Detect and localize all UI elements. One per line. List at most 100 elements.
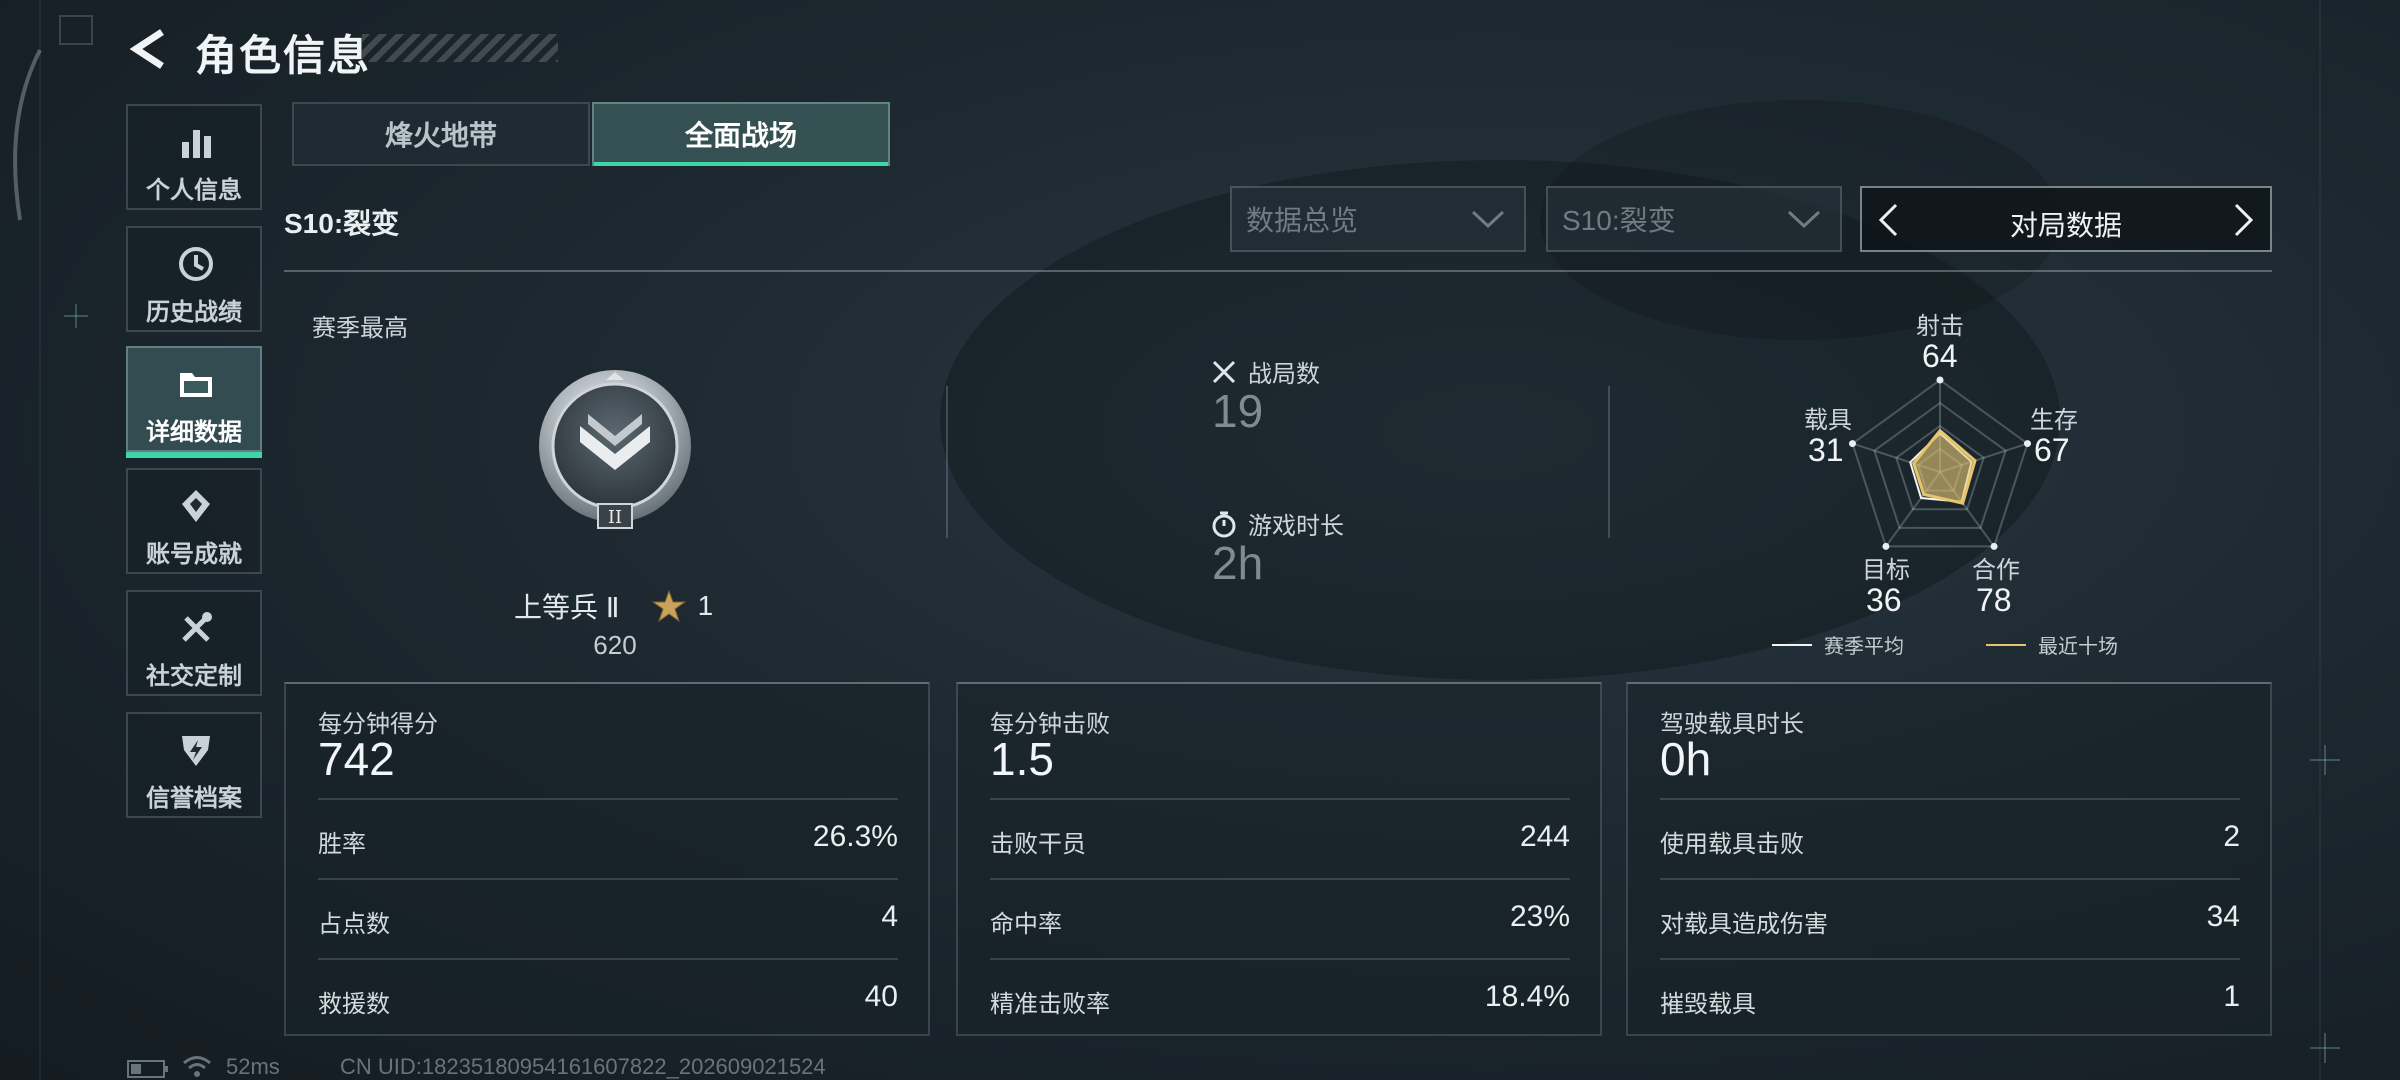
match-data-pager: 对局数据: [1860, 186, 2272, 252]
section-divider: [284, 270, 2272, 272]
credit-shield-icon: [182, 736, 210, 766]
rank-name: 上等兵 Ⅱ: [514, 592, 620, 623]
dropdown-value: S10:裂变: [1562, 205, 1676, 236]
legend-label: 最近十场: [2038, 636, 2118, 658]
rank-score: 620: [593, 630, 637, 660]
stat-value: 1: [2223, 980, 2240, 1013]
radar-recent-shape: [1912, 428, 1977, 506]
radar-value-survival: 67: [2034, 432, 2070, 468]
radar-axis-dot: [1936, 376, 1944, 384]
svg-text:II: II: [608, 507, 622, 528]
season-name: S10:裂变: [284, 208, 400, 239]
legend-label: 赛季平均: [1824, 636, 1904, 658]
panel-kills: 每分钟击败 1.5 击败干员 244 命中率 23% 精准击败率 18.4%: [956, 682, 1602, 1036]
panel-value: 742: [318, 733, 395, 785]
panel-vehicle: 驾驶载具时长 0h 使用载具击败 2 对载具造成伤害 34 摧毁载具 1: [1626, 682, 2272, 1036]
back-arrow-icon[interactable]: [126, 26, 172, 72]
radar-label-cooperation: 合作: [1972, 557, 2020, 584]
radar-axis-dot: [2023, 440, 2031, 448]
radar-value-shooting: 64: [1922, 338, 1958, 374]
sidebar-item-achievements[interactable]: 账号成就: [126, 468, 262, 574]
chevron-down-icon: [1471, 210, 1505, 229]
radar-label-vehicle: 载具: [1804, 407, 1852, 434]
stat-row: 使用载具击败 2: [1660, 798, 2240, 878]
sidebar-item-label: 账号成就: [146, 541, 242, 568]
stat-value: 34: [2206, 900, 2240, 933]
stat-row: 胜率 26.3%: [318, 798, 898, 878]
radar-label-objective: 目标: [1862, 557, 1910, 584]
stat-value: 4: [881, 900, 898, 933]
stat-value: 26.3%: [812, 820, 898, 853]
stat-value: 40: [864, 980, 898, 1013]
stat-label: 命中率: [990, 911, 1062, 938]
legend-line: [1772, 643, 1812, 646]
stat-label: 击败干员: [990, 831, 1086, 858]
radar-axis-dot: [1990, 542, 1998, 550]
sidebar-item-credit[interactable]: 信誉档案: [126, 712, 262, 818]
radar-axis-dot: [1849, 440, 1857, 448]
battery-icon: [127, 1060, 168, 1078]
folder-icon: [180, 373, 212, 397]
stat-label: 救援数: [318, 991, 390, 1018]
stat-row: 精准击败率 18.4%: [990, 958, 1570, 1038]
stat-row: 摧毁载具 1: [1660, 958, 2240, 1038]
tab-conflict-zone[interactable]: 烽火地带: [292, 102, 590, 166]
radar-value-vehicle: 31: [1808, 432, 1844, 468]
sidebar-item-detailed-data[interactable]: 详细数据: [126, 346, 262, 458]
stat-row: 击败干员 244: [990, 798, 1570, 878]
radar-label-shooting: 射击: [1916, 313, 1964, 340]
bar-chart-icon: [182, 130, 211, 158]
sidebar-item-label: 社交定制: [146, 663, 242, 690]
uid-text: CN UID:18235180954161607822_202609021524: [340, 1054, 826, 1079]
matches-value: 19: [1212, 385, 1264, 437]
legend-recent: 最近十场: [1986, 630, 2118, 659]
legend-line: [1986, 643, 2026, 646]
radar-label-survival: 生存: [2030, 407, 2078, 434]
stat-value: 244: [1519, 820, 1570, 853]
playtime-value: 2h: [1212, 537, 1264, 589]
pager-label: 对局数据: [2009, 210, 2122, 241]
rank-stars: 1: [697, 590, 714, 621]
chevron-down-icon: [1787, 210, 1821, 229]
panel-value: 1.5: [990, 733, 1054, 785]
page-title: 角色信息: [195, 32, 372, 79]
achievement-badge-icon: [182, 490, 210, 522]
rank-medal-icon: II: [539, 370, 691, 529]
sidebar-item-social[interactable]: 社交定制: [126, 590, 262, 696]
sidebar-item-label: 详细数据: [146, 419, 242, 446]
stat-value: 2: [2223, 820, 2240, 853]
stat-label: 摧毁载具: [1660, 991, 1756, 1018]
legend-season-average: 赛季平均: [1772, 630, 1904, 659]
title-decoration: [362, 34, 558, 62]
season-dropdown[interactable]: S10:裂变: [1546, 186, 1842, 252]
radar-axis-dot: [1882, 542, 1890, 550]
radar-value-cooperation: 78: [1976, 582, 2012, 618]
stat-row: 命中率 23%: [990, 878, 1570, 958]
season-best-label: 赛季最高: [312, 315, 408, 342]
sidebar-item-label: 个人信息: [146, 177, 242, 204]
column-divider: [1608, 386, 1610, 538]
ping-text: 52ms: [226, 1054, 280, 1079]
sidebar-item-label: 信誉档案: [146, 785, 242, 812]
stat-label: 胜率: [318, 831, 366, 858]
chevron-right-icon[interactable]: [2232, 202, 2256, 238]
stat-value: 18.4%: [1484, 980, 1570, 1013]
stat-value: 23%: [1509, 900, 1570, 933]
rank-info: 上等兵 Ⅱ 1: [514, 586, 713, 626]
stat-label: 占点数: [318, 911, 390, 938]
dropdown-value: 数据总览: [1246, 205, 1359, 236]
wifi-icon: [183, 1056, 211, 1077]
tools-icon: [182, 612, 212, 642]
history-clock-icon: [179, 247, 213, 281]
sidebar-item-personal-info[interactable]: 个人信息: [126, 104, 262, 210]
data-type-dropdown[interactable]: 数据总览: [1230, 186, 1526, 252]
panel-value: 0h: [1660, 733, 1712, 785]
stat-label: 使用载具击败: [1660, 831, 1804, 858]
panel-score: 每分钟得分 742 胜率 26.3% 占点数 4 救援数 40: [284, 682, 930, 1036]
column-divider: [946, 386, 948, 538]
stopwatch-icon: [1212, 511, 1236, 537]
star-icon: [651, 589, 686, 623]
sidebar-item-history[interactable]: 历史战绩: [126, 226, 262, 332]
stat-row: 救援数 40: [318, 958, 898, 1038]
tab-full-battlefield[interactable]: 全面战场: [592, 102, 890, 166]
